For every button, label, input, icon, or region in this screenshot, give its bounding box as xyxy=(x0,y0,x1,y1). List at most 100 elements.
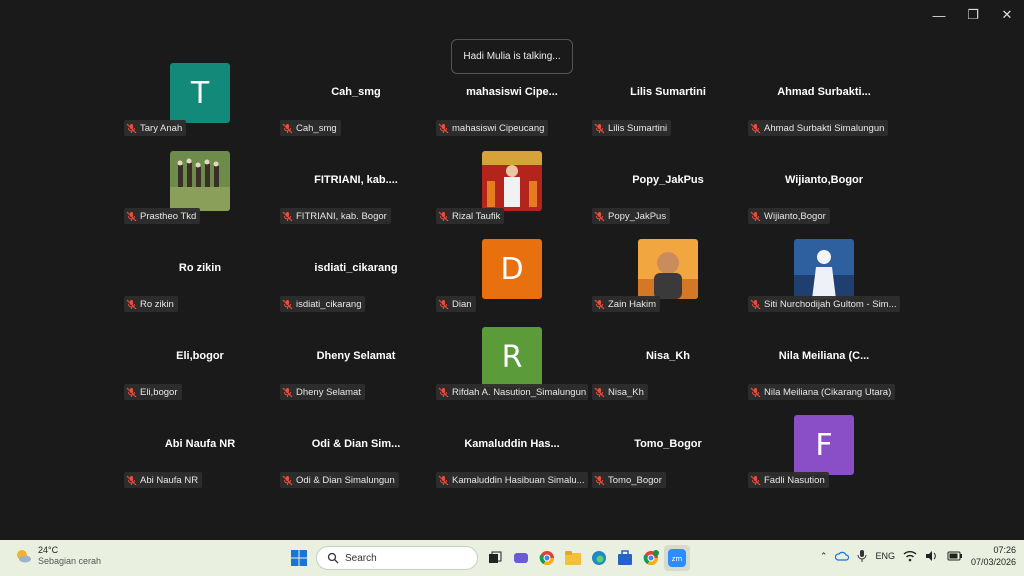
avatar-initial: R xyxy=(501,339,523,375)
taskbar-apps: Search zm xyxy=(286,545,690,571)
participant-tile[interactable]: Ahmad Surbakti... Ahmad Surbakti Simalung… xyxy=(746,62,902,150)
participant-name: Nisa_Kh xyxy=(608,386,644,398)
avatar-initial: F xyxy=(815,427,833,463)
taskbar-search[interactable]: Search xyxy=(316,546,478,570)
participant-name-label: Wijianto,Bogor xyxy=(748,208,830,224)
participant-name-label: Abi Naufa NR xyxy=(124,472,203,488)
participant-avatar: R xyxy=(482,327,542,387)
start-button[interactable] xyxy=(286,545,312,571)
muted-mic-icon xyxy=(438,123,449,133)
clock-date: 07/03/2026 xyxy=(970,557,1016,567)
participant-display-name: Lilis Sumartini xyxy=(630,86,706,98)
participant-tile[interactable]: Abi Naufa NR Abi Naufa NR xyxy=(122,414,278,502)
windows-icon xyxy=(291,550,307,566)
chevron-up-icon[interactable]: ⌃ xyxy=(820,551,828,562)
file-explorer-icon[interactable] xyxy=(560,545,586,571)
participant-name: Tomo_Bogor xyxy=(608,474,662,486)
store-icon[interactable] xyxy=(612,545,638,571)
wifi-icon[interactable] xyxy=(903,550,917,562)
clock[interactable]: 07:26 07/03/2026 xyxy=(971,544,1016,568)
participant-name: Zain Hakim xyxy=(608,298,657,310)
participant-tile[interactable]: Nila Meiliana (C... Nila Meiliana (Cikara… xyxy=(746,326,902,414)
participant-display-name: isdiati_cikarang xyxy=(314,262,398,274)
volume-icon[interactable] xyxy=(925,550,939,562)
participant-name-label: Nila Meiliana (Cikarang Utara) xyxy=(748,384,896,400)
participant-tile[interactable]: isdiati_cikarang isdiati_cikarang xyxy=(278,238,434,326)
participant-name-label: Odi & Dian Simalungun xyxy=(280,472,399,488)
participant-display-name: Nisa_Kh xyxy=(645,350,691,362)
participant-tile[interactable]: Lilis Sumartini Lilis Sumartini xyxy=(590,62,746,150)
participant-tile[interactable]: Tomo_Bogor Tomo_Bogor xyxy=(590,414,746,502)
meet-app-icon[interactable] xyxy=(508,545,534,571)
edge-icon[interactable] xyxy=(586,545,612,571)
muted-mic-icon xyxy=(282,475,293,485)
participant-display-name: Ro zikin xyxy=(178,262,222,274)
muted-mic-icon xyxy=(750,123,761,133)
search-placeholder: Search xyxy=(345,552,377,564)
participant-name: mahasiswi Cipeucang xyxy=(452,122,545,134)
participant-name: Siti Nurchodijah Gultom - Sim... xyxy=(764,298,897,310)
participant-name: Popy_JakPus xyxy=(608,210,667,222)
clock-time: 07:26 xyxy=(993,545,1016,555)
participant-tile[interactable]: Rizal Taufik xyxy=(434,150,590,238)
weather-widget[interactable]: 24°C Sebagian cerah xyxy=(14,545,101,567)
participant-tile[interactable]: Nisa_Kh Nisa_Kh xyxy=(590,326,746,414)
participant-name: Ahmad Surbakti Simalungun xyxy=(764,122,885,134)
participant-name-label: Tomo_Bogor xyxy=(592,472,666,488)
participant-tile[interactable]: Odi & Dian Sim... Odi & Dian Simalungun xyxy=(278,414,434,502)
participant-display-name: Ahmad Surbakti... xyxy=(777,86,871,98)
restore-button[interactable]: ❐ xyxy=(956,0,990,30)
participant-tile[interactable]: Cah_smg Cah_smg xyxy=(278,62,434,150)
cloud-icon[interactable] xyxy=(835,550,850,562)
participant-name-label: Kamaluddin Hasibuan Simalu... xyxy=(436,472,588,488)
chrome-icon[interactable] xyxy=(534,545,560,571)
participant-tile[interactable]: Siti Nurchodijah Gultom - Sim... xyxy=(746,238,902,326)
participant-name: Dheny Selamat xyxy=(296,386,361,398)
close-button[interactable]: ✕ xyxy=(990,0,1024,30)
muted-mic-icon xyxy=(594,475,605,485)
participant-name-label: Rifdah A. Nasution_Simalungun xyxy=(436,384,588,400)
participant-tile[interactable]: Dheny Selamat Dheny Selamat xyxy=(278,326,434,414)
participant-tile[interactable]: Zain Hakim xyxy=(590,238,746,326)
zoom-icon[interactable]: zm xyxy=(664,545,690,571)
participant-display-name: Nila Meiliana (C... xyxy=(778,350,870,362)
participant-tile[interactable]: Eli,bogor Eli,bogor xyxy=(122,326,278,414)
participant-name-label: Prastheo Tkd xyxy=(124,208,201,224)
participant-name-label: Cah_smg xyxy=(280,120,341,136)
participant-tile[interactable]: Popy_JakPus Popy_JakPus xyxy=(590,150,746,238)
participant-name: Rifdah A. Nasution_Simalungun xyxy=(452,386,587,398)
participant-name-label: Siti Nurchodijah Gultom - Sim... xyxy=(748,296,900,312)
participant-name-label: Ahmad Surbakti Simalungun xyxy=(748,120,889,136)
participant-display-name: FITRIANI, kab.... xyxy=(314,174,398,186)
participant-gallery: T Tary Anah Cah_smg Cah_smg mahasiswi Cipe..… xyxy=(122,62,902,502)
participant-tile[interactable]: F Fadli Nasution xyxy=(746,414,902,502)
minimize-button[interactable]: — xyxy=(922,0,956,30)
language-indicator[interactable]: ENG xyxy=(875,551,895,561)
participant-tile[interactable]: Wijianto,Bogor Wijianto,Bogor xyxy=(746,150,902,238)
participant-name-label: Lilis Sumartini xyxy=(592,120,672,136)
participant-name: Rizal Taufik xyxy=(452,210,501,222)
battery-icon[interactable] xyxy=(947,550,963,562)
participant-name: Cah_smg xyxy=(296,122,337,134)
task-view-icon[interactable] xyxy=(482,545,508,571)
participant-name-label: FITRIANI, kab. Bogor xyxy=(280,208,391,224)
search-icon xyxy=(327,552,339,564)
chrome-profile-icon[interactable] xyxy=(638,545,664,571)
participant-tile[interactable]: R Rifdah A. Nasution_Simalungun xyxy=(434,326,590,414)
participant-tile[interactable]: Prastheo Tkd xyxy=(122,150,278,238)
participant-tile[interactable]: mahasiswi Cipe... mahasiswi Cipeucang xyxy=(434,62,590,150)
participant-tile[interactable]: T Tary Anah xyxy=(122,62,278,150)
participant-avatar: T xyxy=(170,63,230,123)
participant-tile[interactable]: FITRIANI, kab.... FITRIANI, kab. Bogor xyxy=(278,150,434,238)
muted-mic-icon xyxy=(438,387,449,397)
participant-tile[interactable]: Kamaluddin Has... Kamaluddin Hasibuan Sim… xyxy=(434,414,590,502)
participant-tile[interactable]: D Dian xyxy=(434,238,590,326)
participant-name: Ro zikin xyxy=(140,298,174,310)
participant-photo xyxy=(170,151,230,211)
muted-mic-icon xyxy=(594,123,605,133)
microphone-icon[interactable] xyxy=(857,550,867,562)
participant-name-label: Ro zikin xyxy=(124,296,178,312)
participant-display-name: Wijianto,Bogor xyxy=(784,174,864,186)
taskbar: 24°C Sebagian cerah Search zm ⌃ ENG 07:2… xyxy=(0,540,1024,576)
participant-tile[interactable]: Ro zikin Ro zikin xyxy=(122,238,278,326)
